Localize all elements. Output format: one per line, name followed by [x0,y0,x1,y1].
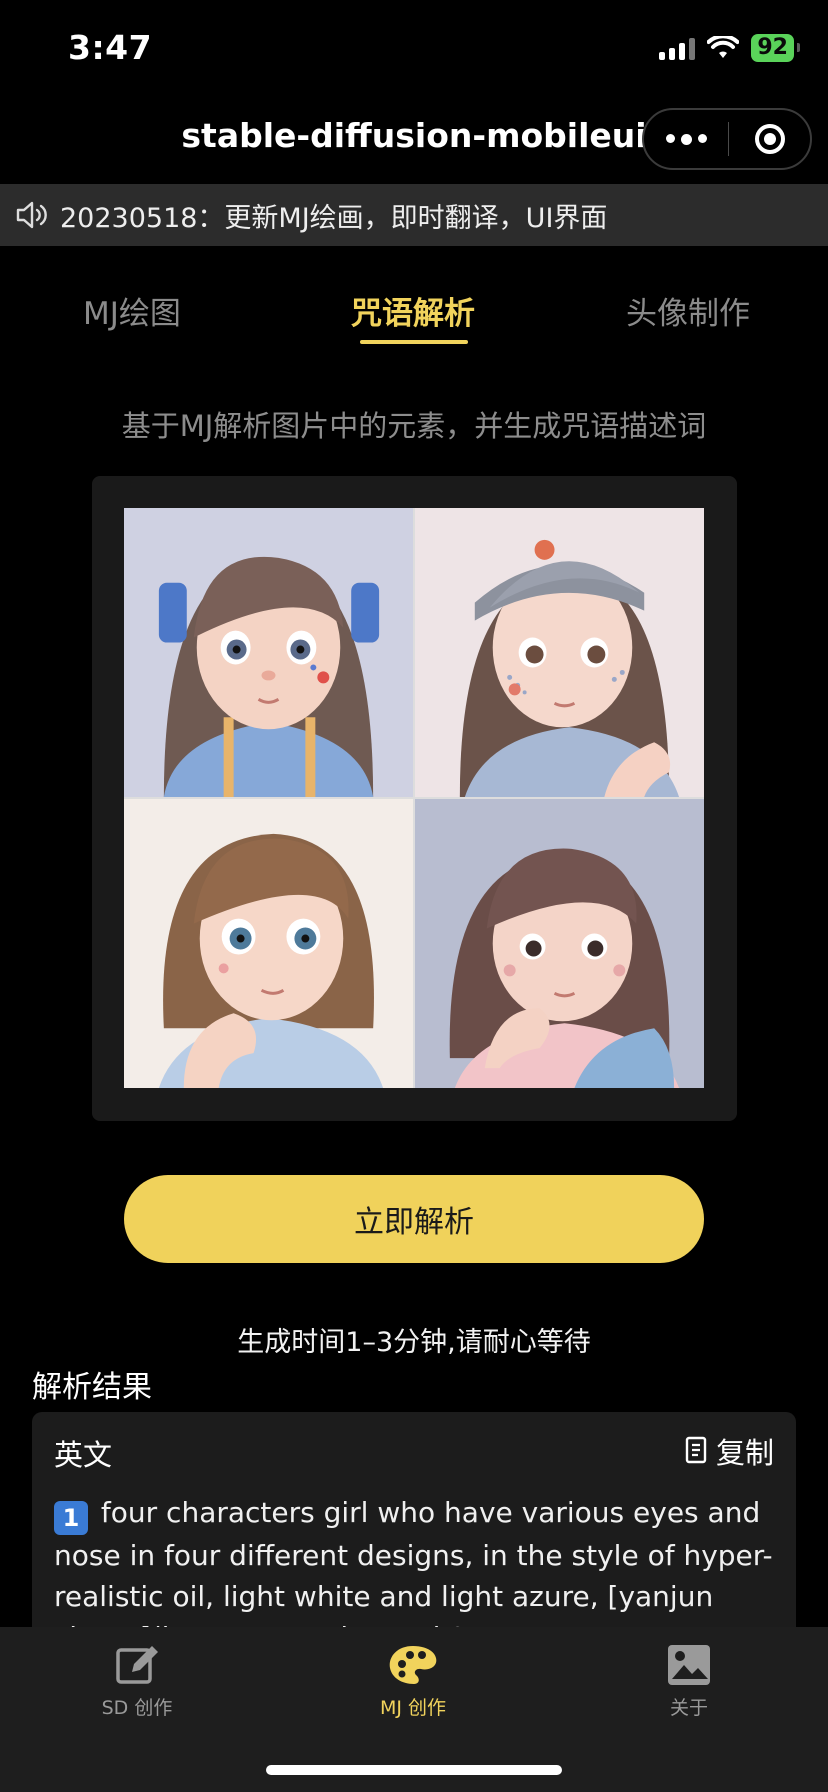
tabbar-label: MJ 创作 [379,1697,447,1719]
copy-button[interactable]: 复制 [684,1430,774,1472]
copy-label: 复制 [715,1436,774,1470]
tabbar-label: SD 创作 [101,1697,173,1719]
status-time: 3:47 [68,28,153,67]
battery-indicator: 92 [751,34,800,62]
status-icons: 92 [659,34,800,62]
home-indicator [266,1765,562,1775]
analyze-button[interactable]: 立即解析 [124,1175,704,1263]
speaker-icon [16,201,47,229]
image-tile-3 [124,799,413,1088]
uploaded-image[interactable] [124,508,704,1088]
result-language: 英文 [54,1438,113,1472]
miniprogram-capsule [642,108,812,170]
tabbar-label: 关于 [669,1697,708,1719]
notice-bar: 20230518：更新MJ绘画，即时翻译，UI界面 [0,184,828,246]
close-button[interactable] [729,124,810,154]
tab-prompt-parse[interactable]: 咒语解析 [351,288,475,333]
signal-icon [659,36,696,60]
image-tile-1 [124,508,413,797]
image-icon [668,1645,710,1685]
index-badge: 1 [54,1501,88,1535]
tab-avatar[interactable]: 头像制作 [626,288,750,333]
tabbar-sd-create[interactable]: SD 创作 [62,1641,212,1720]
active-tab-indicator [360,340,468,344]
wait-hint: 生成时间1–3分钟,请耐心等待 [237,1327,591,1358]
page-subtitle: 基于MJ解析图片中的元素，并生成咒语描述词 [121,409,707,443]
image-tile-2 [415,508,704,797]
image-tile-4 [415,799,704,1088]
tabbar-mj-create[interactable]: MJ 创作 [338,1641,488,1720]
palette-icon [389,1646,437,1684]
tab-mj-draw[interactable]: MJ绘图 [83,288,181,333]
more-button[interactable] [644,133,728,145]
copy-icon [685,1436,707,1464]
wifi-icon [707,36,740,58]
notice-text: 20230518：更新MJ绘画，即时翻译，UI界面 [60,202,608,234]
result-title: 解析结果 [32,1370,152,1405]
target-icon [754,124,785,154]
edit-icon [116,1646,158,1684]
tabbar-about[interactable]: 关于 [614,1641,764,1720]
